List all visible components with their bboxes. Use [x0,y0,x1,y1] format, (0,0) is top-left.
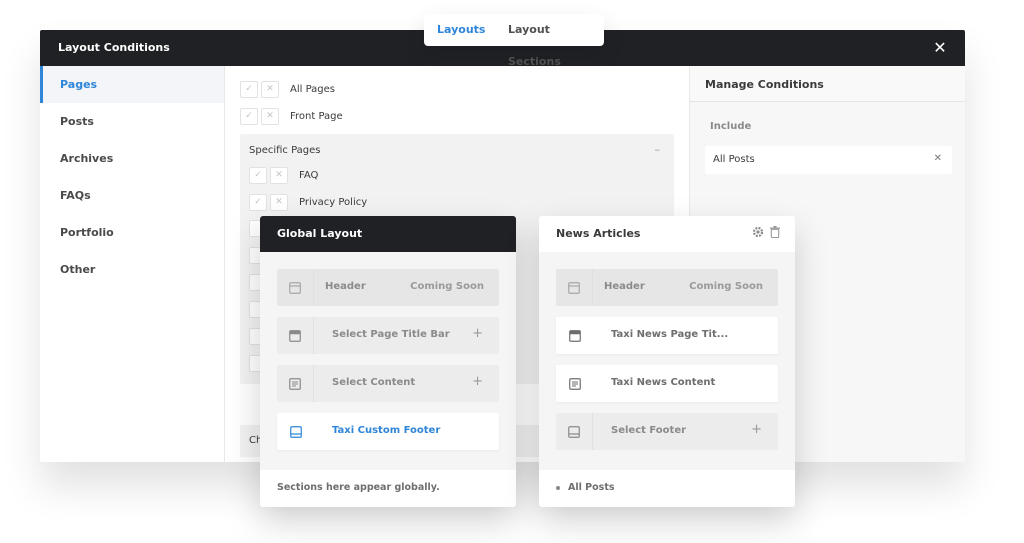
content-icon [277,365,314,402]
slot-label: Select Page Title Bar [332,329,450,340]
content-slot[interactable]: Taxi News Content [556,365,778,402]
condition-row: ✓ ✕ Privacy Policy [249,193,367,211]
x-icon[interactable]: ✕ [261,107,279,125]
footer-icon [277,413,314,450]
condition-label: FAQ [299,169,319,181]
header-slot: Header Coming Soon [556,269,778,306]
dialog-title: Layout Conditions [58,41,170,54]
plus-icon[interactable]: + [751,422,762,437]
condition-label: All Pages [290,83,335,95]
header-icon [556,269,593,306]
card-title: News Articles [556,227,641,240]
group-title: Specific Pages [249,145,321,156]
card-header: Global Layout [260,216,516,252]
coming-soon-badge: Coming Soon [689,281,763,292]
page-title-bar-icon [556,317,593,354]
header-icon [277,269,314,306]
tab-layout-sections[interactable]: Layout Sections [494,14,604,68]
condition-label: Privacy Policy [299,196,368,208]
slot-label: Header [325,281,366,292]
sidebar-item-posts[interactable]: Posts [40,103,224,140]
footer-slot[interactable]: Taxi Custom Footer [277,413,499,450]
card-header: News Articles [539,216,795,252]
news-articles-card: News Articles Header Coming Soon Taxi Ne… [539,216,795,507]
check-icon[interactable]: ✓ [240,80,258,98]
sidebar-item-pages[interactable]: Pages [40,66,224,103]
condition-row: ✓ ✕ Front Page [240,107,343,125]
sidebar-item-other[interactable]: Other [40,251,224,288]
collapse-icon[interactable]: – [655,143,661,156]
remove-icon[interactable]: ✕ [934,153,942,164]
condition-summary: All Posts [568,482,615,493]
condition-label: Front Page [290,110,343,122]
gear-icon[interactable] [752,226,764,238]
content-icon [556,365,593,402]
include-item-label: All Posts [713,154,755,165]
check-icon[interactable]: ✓ [249,193,267,211]
trash-icon[interactable] [770,226,780,238]
plus-icon[interactable]: + [472,326,483,341]
page-title-bar-slot[interactable]: Select Page Title Bar + [277,317,499,354]
slot-label: Taxi News Page Tit... [611,329,729,340]
card-title: Global Layout [277,227,363,240]
x-icon[interactable]: ✕ [261,80,279,98]
condition-row: ✓ ✕ FAQ [249,166,318,184]
x-icon[interactable]: ✕ [270,166,288,184]
content-slot[interactable]: Select Content + [277,365,499,402]
header-slot: Header Coming Soon [277,269,499,306]
footer-slot[interactable]: Select Footer + [556,413,778,450]
manage-title: Manage Conditions [705,78,824,91]
plus-icon[interactable]: + [472,374,483,389]
sidebar-item-archives[interactable]: Archives [40,140,224,177]
x-icon[interactable]: ✕ [270,193,288,211]
global-layout-card: Global Layout Header Coming Soon Select … [260,216,516,507]
card-body: Header Coming Soon Select Page Title Bar… [260,252,516,470]
sidebar-item-faqs[interactable]: FAQs [40,177,224,214]
slot-label: Taxi Custom Footer [332,425,441,436]
card-footnote: All Posts [556,482,615,493]
slot-label: Taxi News Content [611,377,716,388]
close-icon[interactable]: ✕ [931,39,949,57]
check-icon[interactable]: ✓ [249,166,267,184]
slot-label: Select Footer [611,425,687,436]
footer-icon [556,413,593,450]
slot-label: Header [604,281,645,292]
include-item: All Posts ✕ [705,146,952,174]
page-title-bar-slot[interactable]: Taxi News Page Tit... [556,317,778,354]
layout-tabs: Layouts Layout Sections [424,14,604,68]
slot-label: Select Content [332,377,416,388]
check-icon[interactable]: ✓ [240,107,258,125]
tab-layouts[interactable]: Layouts [424,14,494,46]
include-label: Include [710,121,752,132]
condition-row: ✓ ✕ All Pages [240,80,335,98]
coming-soon-badge: Coming Soon [410,281,484,292]
condition-sidebar: Pages Posts Archives FAQs Portfolio Othe… [40,66,225,462]
sidebar-item-portfolio[interactable]: Portfolio [40,214,224,251]
card-footnote: Sections here appear globally. [277,482,440,493]
manage-header: Manage Conditions [690,66,965,102]
page-title-bar-icon [277,317,314,354]
card-body: Header Coming Soon Taxi News Page Tit...… [539,252,795,470]
bullet-icon [556,485,560,490]
